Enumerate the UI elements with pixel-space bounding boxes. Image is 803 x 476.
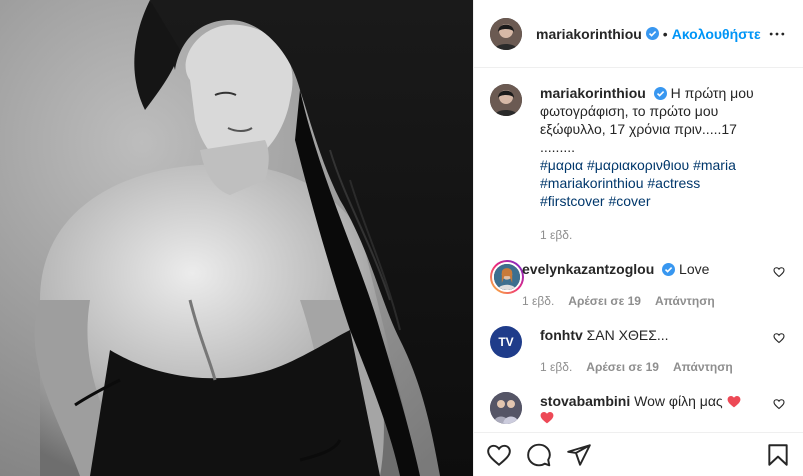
author-avatar[interactable] (490, 17, 522, 50)
red-heart-emoji-icon (727, 395, 740, 408)
verified-badge-icon (662, 262, 676, 276)
like-heart-icon[interactable] (486, 442, 512, 468)
post-actions-bar (474, 432, 803, 476)
hashtag[interactable]: #μαριακορινθιου (587, 157, 689, 173)
comment-meta: 1 εβδ. Αρέσει σε 19 Απάντηση (522, 294, 742, 308)
commenter-avatar[interactable]: TV (490, 326, 522, 358)
fonhtv-logo: TV (498, 335, 514, 349)
comment-text: Wow φίλη μας (634, 393, 723, 409)
reply-button[interactable]: Απάντηση (673, 360, 733, 374)
instagram-post: mariakorinthiou • Ακολουθήστε mariakorin… (0, 0, 803, 476)
like-comment-heart-icon[interactable] (773, 332, 785, 344)
like-comment-heart-icon[interactable] (773, 266, 785, 278)
comment-text-block: evelynkazantzoglou Love (522, 260, 742, 278)
post-photo-image (0, 0, 473, 476)
hashtag[interactable]: #firstcover (540, 193, 605, 209)
post-header: mariakorinthiou • Ακολουθήστε (474, 0, 803, 68)
commenter-avatar (492, 262, 522, 292)
like-comment-heart-icon[interactable] (773, 398, 785, 410)
caption-time[interactable]: 1 εβδ. (540, 228, 787, 242)
comment-text-block: stovabambini Wow φίλη μας (540, 392, 760, 428)
post-photo[interactable] (0, 0, 473, 476)
comment-likes[interactable]: Αρέσει σε 19 (586, 360, 659, 374)
hashtag[interactable]: #actress (647, 175, 700, 191)
header-separator: • (662, 25, 668, 42)
hashtag[interactable]: #μαρια (540, 157, 583, 173)
verified-badge-icon (645, 27, 659, 40)
reply-button[interactable]: Απάντηση (655, 294, 715, 308)
comment-text-block: fonhtv ΣΑΝ ΧΘΕΣ... (540, 326, 760, 344)
comment-time[interactable]: 1 εβδ. (522, 294, 554, 308)
comment: TV fonhtv ΣΑΝ ΧΘΕΣ... 1 εβδ. Αρέσει σε 1… (490, 326, 787, 374)
comment: evelynkazantzoglou Love 1 εβδ. Αρέσει σε… (490, 260, 787, 308)
bookmark-icon[interactable] (765, 442, 791, 468)
hashtag[interactable]: #cover (608, 193, 650, 209)
caption: mariakorinthiou Η πρώτη μου φωτογράφιση,… (490, 84, 787, 210)
comment-time[interactable]: 1 εβδ. (540, 360, 572, 374)
caption-text-block: mariakorinthiou Η πρώτη μου φωτογράφιση,… (540, 84, 760, 210)
commenter-avatar[interactable] (490, 392, 522, 424)
comments-section[interactable]: mariakorinthiou Η πρώτη μου φωτογράφιση,… (474, 68, 803, 432)
caption-username[interactable]: mariakorinthiou (540, 85, 646, 101)
comment: stovabambini Wow φίλη μας (490, 392, 787, 428)
comment-likes[interactable]: Αρέσει σε 19 (568, 294, 641, 308)
more-options-icon[interactable] (765, 22, 789, 46)
red-heart-emoji-icon (540, 411, 554, 424)
comment-bubble-icon[interactable] (526, 442, 552, 468)
share-plane-icon[interactable] (566, 442, 592, 468)
post-sidebar: mariakorinthiou • Ακολουθήστε mariakorin… (473, 0, 803, 476)
comment-username[interactable]: evelynkazantzoglou (522, 261, 654, 277)
follow-button[interactable]: Ακολουθήστε (672, 26, 761, 42)
hashtag[interactable]: #maria (693, 157, 736, 173)
author-username[interactable]: mariakorinthiou (536, 26, 642, 42)
caption-avatar[interactable] (490, 84, 522, 116)
verified-badge-icon (653, 86, 667, 100)
hashtag[interactable]: #mariakorinthiou (540, 175, 644, 191)
comment-meta: 1 εβδ. Αρέσει σε 19 Απάντηση (540, 360, 760, 374)
comment-text: Love (679, 261, 710, 277)
comment-text: ΣΑΝ ΧΘΕΣ... (586, 327, 669, 343)
comment-username[interactable]: fonhtv (540, 327, 583, 343)
comment-username[interactable]: stovabambini (540, 393, 630, 409)
story-ring[interactable] (490, 260, 524, 294)
